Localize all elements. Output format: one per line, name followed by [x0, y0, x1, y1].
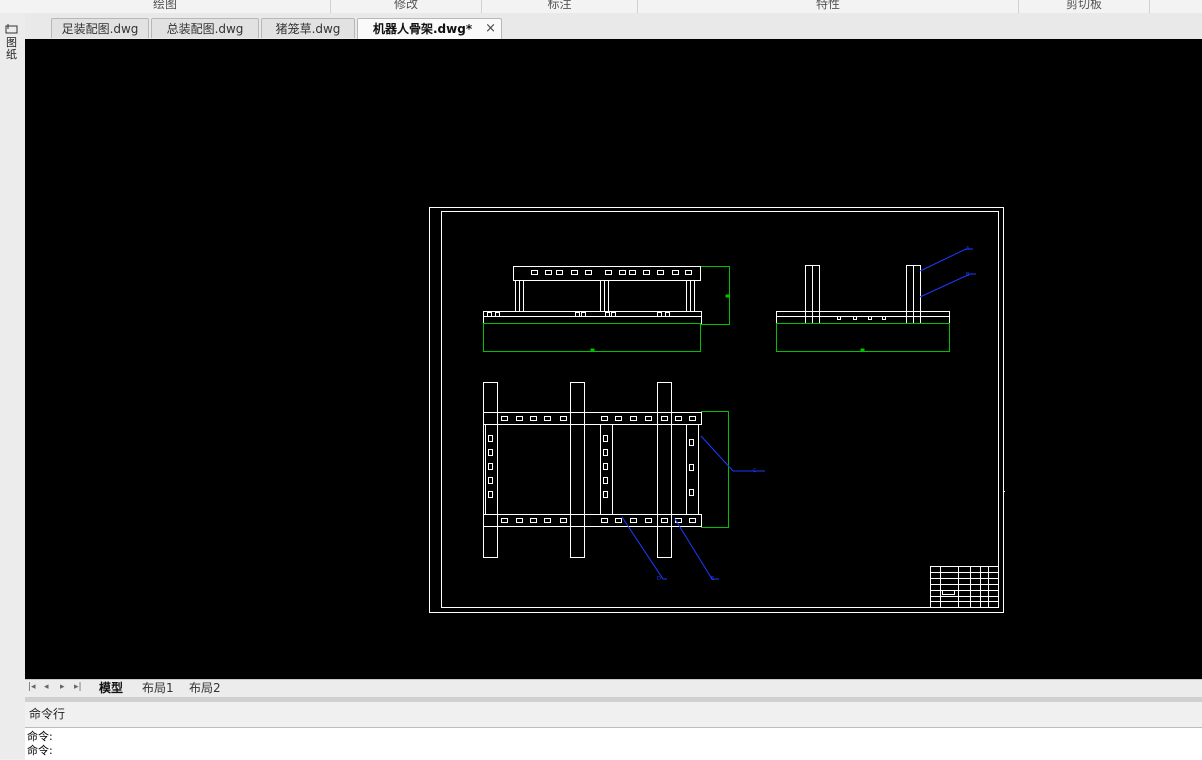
title-block [930, 566, 999, 608]
leader-lines [621, 248, 976, 580]
plan-view [483, 382, 702, 558]
close-icon[interactable]: × [485, 19, 496, 39]
leader-label: A [966, 246, 970, 252]
command-history[interactable]: 命令: 命令: [25, 727, 1202, 760]
ribbon-group-clipboard[interactable]: 剪切板 [1019, 0, 1150, 13]
doc-tab-label: 机器人骨架.dwg* [373, 22, 473, 36]
doc-tab-1[interactable]: 足装配图.dwg [51, 18, 149, 38]
doc-tab-label: 总装配图.dwg [166, 22, 244, 36]
leader-label: D [657, 576, 661, 582]
layout-tab-1[interactable]: 布局1 [142, 680, 174, 697]
first-layout-icon[interactable]: |◂ [28, 682, 36, 692]
sheet-set-icon[interactable] [5, 24, 19, 34]
doc-tab-3[interactable]: 猪笼草.dwg [261, 18, 355, 38]
side-view [776, 265, 950, 324]
doc-tab-label: 足装配图.dwg [61, 22, 139, 36]
ribbon-group-properties[interactable]: 特性 [638, 0, 1019, 13]
ribbon-group-annotate[interactable]: 标注 [482, 0, 638, 13]
command-history-line: 命令: [27, 744, 53, 757]
doc-tab-active[interactable]: 机器人骨架.dwg* × [357, 18, 502, 39]
command-history-line: 命令: [27, 730, 53, 743]
side-view-dimensions [776, 323, 950, 352]
prev-layout-icon[interactable]: ◂ [44, 682, 49, 692]
sheet-border-outer [429, 207, 1004, 613]
ribbon-group-labels: 绘图 修改 标注 特性 剪切板 [0, 0, 1202, 14]
leader-label: C [753, 468, 757, 474]
layout-tab-2[interactable]: 布局2 [189, 680, 221, 697]
command-line-header: 命令行 [25, 702, 1202, 727]
plan-view-slots [488, 416, 696, 523]
doc-tab-label: 猪笼草.dwg [275, 22, 341, 36]
sheet-border-inner [441, 211, 999, 608]
leader-label: E [711, 576, 714, 582]
last-layout-icon[interactable]: ▸| [74, 682, 82, 692]
plan-view-dimensions [701, 411, 729, 528]
front-view-slots [487, 270, 692, 317]
left-panel-label[interactable]: 图纸 [6, 37, 18, 61]
doc-tab-2[interactable]: 总装配图.dwg [151, 18, 259, 38]
leader-label: B [966, 272, 970, 278]
cad-drawing: A B C D E [429, 207, 1005, 613]
next-layout-icon[interactable]: ▸ [60, 682, 65, 692]
left-side-panel: 图纸 [0, 13, 26, 759]
document-tab-bar: 足装配图.dwg 总装配图.dwg 猪笼草.dwg 机器人骨架.dwg* × [25, 13, 1202, 40]
layout-tab-bar: |◂ ◂ ▸ ▸| 模型 布局1 布局2 [25, 679, 1202, 698]
ribbon-group-draw[interactable]: 绘图 [0, 0, 331, 13]
layout-tab-model[interactable]: 模型 [99, 680, 123, 697]
drawing-canvas[interactable]: A B C D E [25, 39, 1202, 679]
ribbon-group-modify[interactable]: 修改 [331, 0, 482, 13]
front-view [483, 266, 702, 324]
front-view-dimensions [483, 266, 730, 352]
